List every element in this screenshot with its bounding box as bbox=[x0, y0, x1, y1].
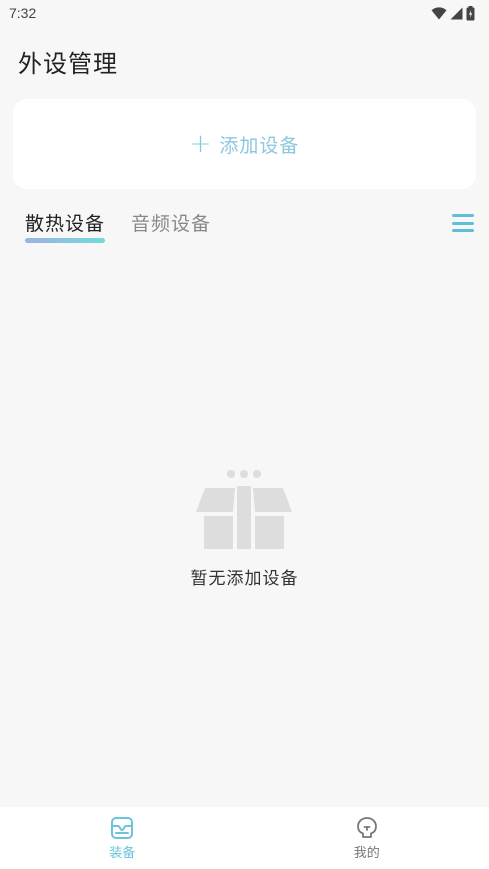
empty-state-text: 暂无添加设备 bbox=[190, 569, 299, 589]
status-icons bbox=[431, 5, 475, 21]
menu-line bbox=[452, 214, 474, 217]
tab-label: 散热设备 bbox=[25, 213, 106, 235]
profile-icon bbox=[356, 817, 377, 838]
nav-item-profile[interactable]: 我的 bbox=[245, 807, 489, 869]
nav-label: 我的 bbox=[353, 846, 380, 861]
empty-box-icon bbox=[196, 470, 292, 549]
wifi-icon bbox=[431, 6, 447, 19]
add-device-label: 添加设备 bbox=[219, 134, 300, 157]
bottom-nav: 装备 我的 bbox=[0, 807, 489, 869]
active-tab-indicator bbox=[25, 238, 105, 243]
page-title: 外设管理 bbox=[18, 50, 118, 78]
nav-item-equipment[interactable]: 装备 bbox=[0, 807, 245, 869]
menu-icon[interactable] bbox=[451, 212, 475, 234]
menu-line bbox=[452, 221, 474, 225]
equipment-icon bbox=[111, 817, 134, 839]
signal-icon bbox=[450, 7, 463, 19]
nav-label: 装备 bbox=[109, 846, 136, 861]
status-bar: 7:32 bbox=[0, 0, 489, 26]
screen: 7:32 外设管理 + 添加设备 散热设备 音频设备 暂无添加设备 装备 我的 bbox=[0, 0, 489, 869]
tab-cooling-devices[interactable]: 散热设备 bbox=[25, 209, 105, 249]
add-device-button[interactable]: + 添加设备 bbox=[13, 99, 476, 189]
status-time: 7:32 bbox=[9, 5, 37, 21]
menu-line bbox=[452, 229, 474, 232]
device-tabs: 散热设备 音频设备 bbox=[25, 209, 211, 249]
plus-icon: + bbox=[189, 129, 212, 159]
tab-audio-devices[interactable]: 音频设备 bbox=[131, 209, 211, 249]
battery-icon bbox=[466, 5, 475, 20]
tab-label: 音频设备 bbox=[131, 213, 212, 235]
